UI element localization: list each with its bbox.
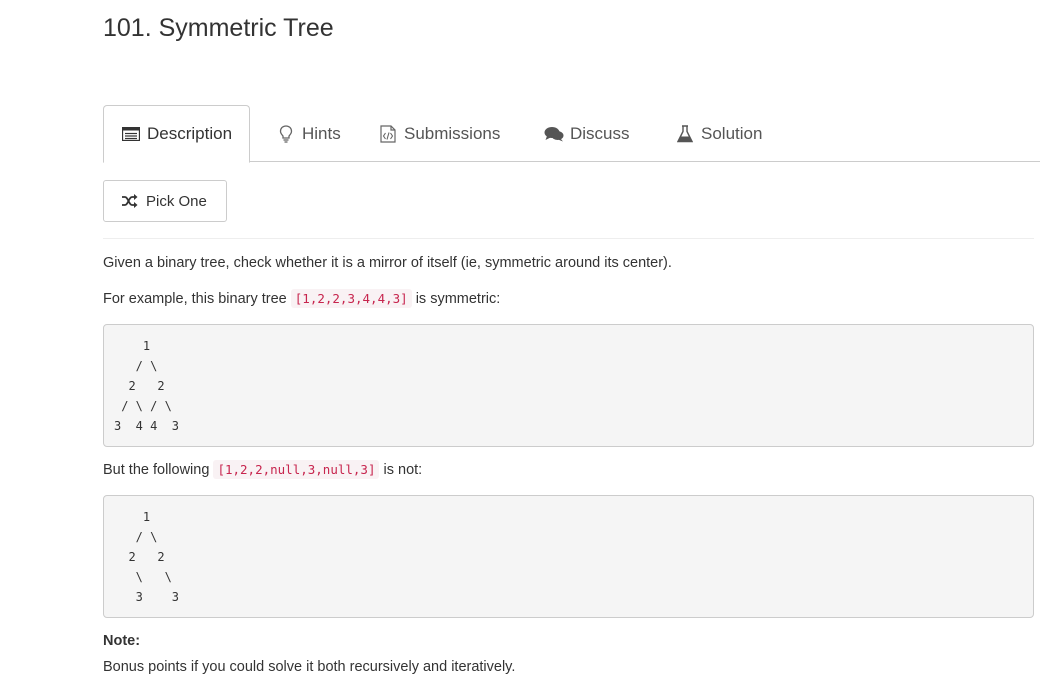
tab-submissions-label: Submissions [404,123,501,143]
tab-description[interactable]: Description [103,105,251,163]
list-icon [121,124,141,144]
note-text: Bonus points if you could solve it both … [103,659,516,675]
example-suffix: is symmetric: [411,291,501,307]
tab-hints-label: Hints [302,123,341,143]
counter-example-sentence: But the following [1,2,2,null,3,null,3] … [103,460,423,479]
code-file-icon [378,124,398,144]
tab-discuss[interactable]: Discuss [544,105,630,162]
tab-submissions[interactable]: Submissions [378,105,500,162]
counter-prefix: But the following [103,462,214,478]
asymmetric-tree-code-block: 1 / \ 2 2 \ \ 3 3 [103,495,1034,618]
counter-inline-code: [1,2,2,null,3,null,3] [213,460,380,479]
example-prefix: For example, this binary tree [103,291,291,307]
flask-icon [675,124,695,144]
counter-suffix: is not: [379,462,423,478]
divider [103,238,1034,239]
example-inline-code: [1,2,2,3,4,4,3] [290,289,412,308]
tab-hints[interactable]: Hints [276,105,341,162]
shuffle-icon [121,193,139,209]
example-sentence: For example, this binary tree [1,2,2,3,4… [103,289,501,308]
tab-discuss-label: Discuss [570,123,630,143]
tab-bar: Description Hints Submissions Discuss So… [103,105,1040,163]
pick-one-button[interactable]: Pick One [103,180,227,222]
note-label: Note: [103,633,141,649]
tab-description-label: Description [147,124,233,143]
lightbulb-icon [276,124,296,144]
page-title: 101. Symmetric Tree [103,14,334,42]
pick-one-label: Pick One [146,192,207,210]
tab-solution-label: Solution [701,123,763,143]
problem-page: 101. Symmetric Tree Description Hints Su… [0,0,1040,685]
comments-icon [544,124,564,144]
symmetric-tree-code-block: 1 / \ 2 2 / \ / \ 3 4 4 3 [103,324,1034,447]
description-intro: Given a binary tree, check whether it is… [103,255,672,271]
tab-solution[interactable]: Solution [675,105,762,162]
